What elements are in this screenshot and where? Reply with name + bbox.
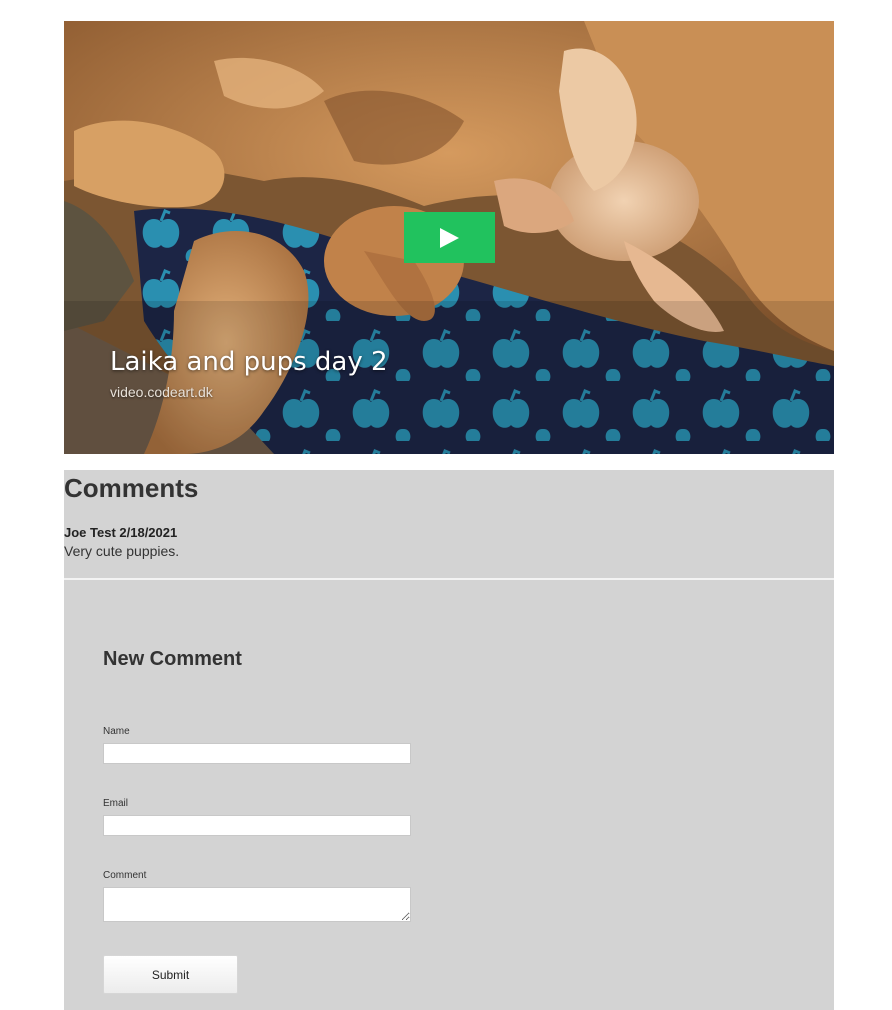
play-icon — [440, 228, 459, 248]
comment-label: Comment — [103, 870, 147, 881]
comment-textarea[interactable] — [103, 887, 411, 922]
new-comment-form: New Comment Name Email Comment Submit — [64, 580, 834, 1010]
comments-section: Comments Joe Test 2/18/2021 Very cute pu… — [64, 470, 834, 578]
comments-heading: Comments — [64, 473, 199, 503]
video-title[interactable]: Laika and pups day 2 — [110, 347, 388, 377]
comment-author-date: Joe Test 2/18/2021 — [64, 525, 178, 540]
video-player[interactable]: Laika and pups day 2 video.codeart.dk — [64, 21, 834, 454]
email-label: Email — [103, 798, 129, 809]
play-button[interactable] — [404, 212, 495, 263]
new-comment-heading: New Comment — [103, 648, 242, 670]
name-field[interactable] — [103, 743, 411, 764]
submit-button[interactable]: Submit — [103, 955, 238, 994]
comment-text: Very cute puppies. — [64, 543, 180, 559]
email-field[interactable] — [103, 815, 411, 836]
video-source[interactable]: video.codeart.dk — [110, 384, 213, 400]
name-label: Name — [103, 726, 130, 737]
